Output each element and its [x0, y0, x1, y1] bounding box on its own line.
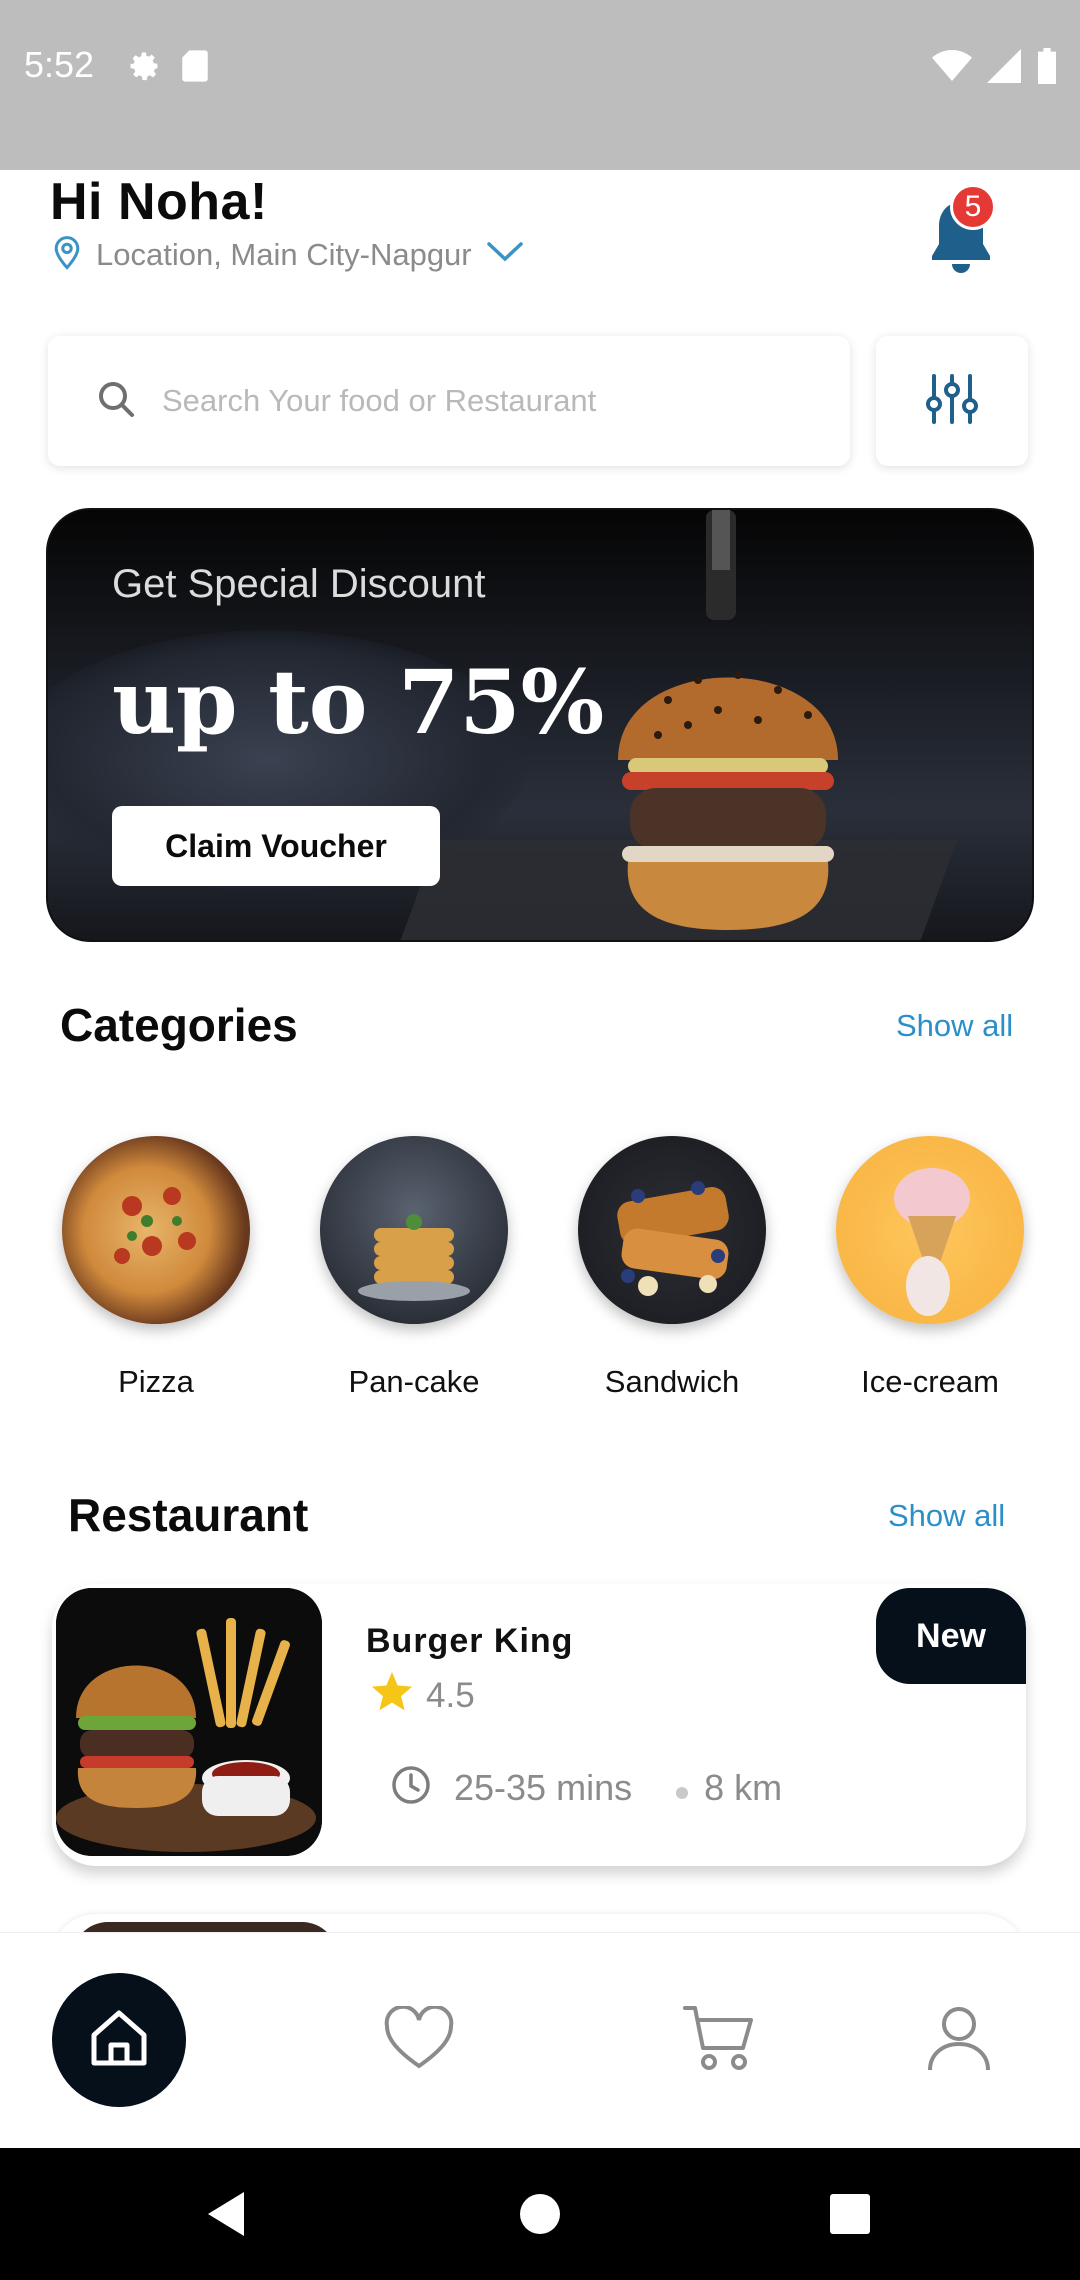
search-icon	[96, 379, 136, 424]
banner-subtitle: Get Special Discount	[112, 562, 486, 606]
location-text: Location, Main City-Napgur	[96, 236, 472, 272]
promo-banner[interactable]: Get Special Discount up to 75% Claim Vou…	[46, 508, 1034, 942]
restaurant-meta: 25-35 mins 8 km	[390, 1764, 782, 1811]
categories-title: Categories	[60, 999, 298, 1051]
settings-icon	[126, 48, 162, 89]
search-placeholder: Search Your food or Restaurant	[162, 383, 597, 418]
signal-icon	[986, 49, 1022, 88]
restaurant-distance: 8 km	[704, 1766, 783, 1808]
categories-show-all-link[interactable]: Show all	[896, 1008, 1013, 1044]
filter-button[interactable]	[876, 336, 1028, 466]
restaurant-rating: 4.5	[426, 1675, 475, 1715]
ice-cream-image	[836, 1136, 1024, 1324]
greeting-title: Hi Noha!	[50, 173, 268, 231]
recents-icon[interactable]	[820, 2184, 880, 2244]
search-input[interactable]: Search Your food or Restaurant	[48, 336, 850, 466]
category-item-sandwich[interactable]: Sandwich	[562, 1136, 782, 1400]
notification-count-badge: 5	[950, 184, 996, 230]
status-bar: 5:52	[0, 0, 1080, 170]
cart-icon	[681, 2002, 757, 2079]
category-label: Pan-cake	[348, 1364, 480, 1399]
rating-row: 4.5	[370, 1672, 475, 1719]
wifi-icon	[932, 50, 972, 87]
restaurant-image	[56, 1588, 322, 1856]
restaurant-show-all-link[interactable]: Show all	[888, 1498, 1005, 1534]
battery-icon	[1036, 48, 1058, 89]
category-item-ice-cream[interactable]: Ice-cream	[820, 1136, 1040, 1400]
location-pin-icon	[52, 234, 82, 275]
category-label: Pizza	[118, 1364, 194, 1399]
restaurant-name: Burger King	[366, 1622, 574, 1660]
pizza-image	[62, 1136, 250, 1324]
nav-cart[interactable]	[652, 1973, 786, 2107]
nav-profile[interactable]	[892, 1973, 1026, 2107]
profile-icon	[926, 2004, 992, 2077]
home-circle-icon[interactable]	[510, 2184, 570, 2244]
restaurant-title: Restaurant	[68, 1489, 309, 1541]
category-label: Ice-cream	[861, 1364, 999, 1399]
status-time: 5:52	[24, 44, 95, 85]
delivery-time: 25-35 mins	[454, 1766, 633, 1808]
nav-home[interactable]	[52, 1973, 186, 2107]
sandwich-image	[578, 1136, 766, 1324]
location-selector[interactable]: Location, Main City-Napgur	[52, 234, 524, 275]
separator-dot	[676, 1786, 689, 1799]
category-item-pancake[interactable]: Pan-cake	[304, 1136, 524, 1400]
claim-voucher-button[interactable]: Claim Voucher	[112, 806, 440, 886]
heart-icon	[383, 2004, 455, 2075]
sd-card-icon	[180, 49, 210, 88]
pancake-image	[320, 1136, 508, 1324]
nav-favorites[interactable]	[352, 1973, 486, 2107]
chevron-down-icon[interactable]	[486, 240, 524, 269]
back-icon[interactable]	[196, 2184, 256, 2244]
bottom-navigation	[0, 1932, 1080, 2148]
category-item-pizza[interactable]: Pizza	[46, 1136, 266, 1400]
clock-icon	[390, 1764, 432, 1811]
home-icon	[86, 2005, 152, 2076]
star-icon	[370, 1672, 414, 1719]
sliders-icon	[925, 373, 979, 429]
system-navigation-bar	[0, 2148, 1080, 2280]
new-badge: New	[876, 1588, 1026, 1684]
category-label: Sandwich	[604, 1364, 740, 1399]
restaurant-card[interactable]: Burger King 4.5 25-35 mins 8 km New	[52, 1584, 1026, 1866]
banner-headline: up to 75%	[112, 650, 605, 754]
